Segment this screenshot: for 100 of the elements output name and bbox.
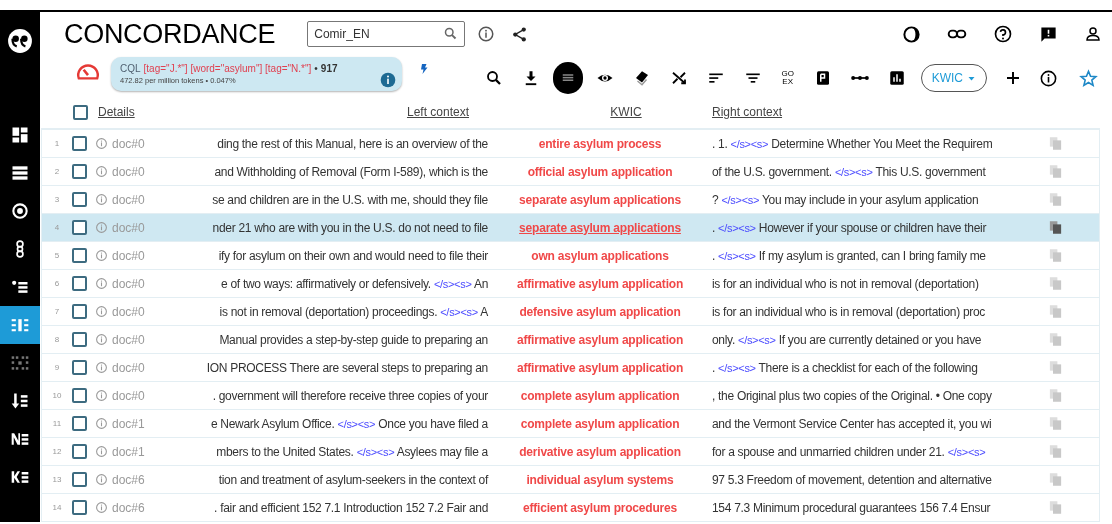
row-checkbox[interactable] <box>72 388 87 403</box>
right-context: , the Original plus two copies of the Original. • One copy <box>712 387 993 405</box>
row-checkbox[interactable] <box>72 220 87 235</box>
row-checkbox[interactable] <box>72 360 87 375</box>
column-header[interactable]: KWIC <box>610 105 642 119</box>
kwic-keyword[interactable]: own asylum applications <box>500 246 700 265</box>
row-checkbox[interactable] <box>72 500 87 515</box>
kwic-keyword[interactable]: affirmative asylum application <box>500 330 700 349</box>
left-context: tion and treatment of asylum-seekers in the context of <box>217 471 488 489</box>
shuffle-icon <box>669 69 688 87</box>
kwic-keyword[interactable]: separate asylum applications <box>500 190 700 209</box>
row-number: 5 <box>53 249 61 262</box>
document-id[interactable]: doc#0 <box>112 302 158 321</box>
kwic-keyword[interactable]: affirmative asylum application <box>500 358 700 377</box>
document-id[interactable]: doc#0 <box>112 190 158 209</box>
left-context: . government will therefore receive three copies of your <box>211 387 488 405</box>
info-icon[interactable] <box>1039 68 1058 88</box>
document-id[interactable]: doc#6 <box>112 470 158 489</box>
row-checkbox[interactable] <box>72 304 87 319</box>
left-context: is not in removal (deportation) proceedings. </s><s> A <box>218 303 488 321</box>
row-number: 6 <box>53 277 61 290</box>
row-checkbox[interactable] <box>72 416 87 431</box>
feedback-icon[interactable] <box>1039 24 1058 44</box>
row-number: 8 <box>53 333 61 346</box>
left-context: se and children are in the U.S. with me, should they file <box>211 191 488 209</box>
go-ex-button[interactable]: GO EX <box>774 62 801 94</box>
left-context: ION PROCESS There are several steps to preparing an <box>205 359 488 377</box>
kwic-keyword[interactable]: entire asylum process <box>500 134 700 153</box>
kwic-keyword[interactable]: affirmative asylum application <box>500 274 700 293</box>
row-checkbox[interactable] <box>72 164 87 179</box>
info-icon[interactable] <box>477 25 496 43</box>
document-id[interactable]: doc#1 <box>112 414 158 433</box>
corpus-search-field[interactable]: Comir_EN <box>307 21 466 47</box>
right-context: . </s><s> There is a checklist for each of the following <box>712 359 979 377</box>
document-id[interactable]: doc#0 <box>112 246 158 265</box>
star-icon[interactable] <box>1079 68 1098 88</box>
select-all-checkbox[interactable] <box>73 104 88 120</box>
document-id[interactable]: doc#0 <box>112 358 158 377</box>
column-header[interactable]: Right context <box>712 105 783 119</box>
grid-icon <box>10 125 30 145</box>
search-icon <box>484 69 503 87</box>
query-expression: [tag="J.*"] [word="asylum"] [tag="N.*"] <box>143 61 312 75</box>
quote-logo-icon[interactable] <box>7 28 33 54</box>
kwic-keyword[interactable]: derivative asylum application <box>500 442 700 461</box>
document-id[interactable]: doc#0 <box>112 274 158 293</box>
left-context: ify for asylum on their own and would need to file their <box>217 247 488 265</box>
page-title: CONCORDANCE <box>64 20 276 48</box>
right-context: . </s><s> If my asylum is granted, can I bring family me <box>712 247 987 265</box>
document-id[interactable]: doc#6 <box>112 498 158 517</box>
document-id[interactable]: doc#0 <box>112 134 158 153</box>
kwic-keyword[interactable]: complete asylum application <box>500 414 700 433</box>
row-checkbox[interactable] <box>72 276 87 291</box>
search-icon[interactable] <box>443 26 459 41</box>
kwic-keyword[interactable]: individual asylum systems <box>500 470 700 489</box>
plus-icon[interactable] <box>1004 69 1022 87</box>
document-id[interactable]: doc#0 <box>112 330 158 349</box>
row-checkbox[interactable] <box>72 332 87 347</box>
separator-dot: • <box>314 61 318 75</box>
left-context: nder 21 who are with you in the U.S. do not need to file <box>211 219 488 237</box>
left-context: mbers to the United States. </s><s> Asylees may file a <box>215 443 488 461</box>
row-number: 4 <box>53 221 61 234</box>
row-checkbox[interactable] <box>72 444 87 459</box>
copy-icon[interactable] <box>1048 220 1063 235</box>
right-context: is for an individual who is in removal (deportation) proc <box>712 303 987 321</box>
document-id[interactable]: doc#0 <box>112 218 158 237</box>
right-context: is for an individual who is not in removal (deportation) <box>712 275 980 293</box>
row-checkbox[interactable] <box>72 192 87 207</box>
query-type: CQL <box>120 61 141 75</box>
column-header[interactable]: Left context <box>406 105 469 119</box>
left-context: Manual provides a step-by-step guide to preparing an <box>218 331 488 349</box>
dots-icon <box>850 75 869 81</box>
document-id[interactable]: doc#0 <box>112 162 158 181</box>
list-icon <box>10 163 30 183</box>
row-number: 13 <box>51 473 63 486</box>
right-context: for a spouse and unmarried children under 21. </s><s> <box>712 443 987 461</box>
row-number: 11 <box>51 417 63 430</box>
user-icon[interactable] <box>1084 25 1102 43</box>
help-icon[interactable] <box>993 24 1013 44</box>
row-number: 9 <box>53 361 61 374</box>
toolbar-button[interactable] <box>552 62 583 94</box>
kwic-keyword[interactable]: defensive asylum application <box>500 302 700 321</box>
kwic-keyword[interactable]: efficient asylum procedures <box>500 498 700 517</box>
row-number: 7 <box>53 305 61 318</box>
left-context: . fair and efficient 152 7.1 Introduction 152 7.2 Fair and <box>213 499 488 517</box>
row-checkbox[interactable] <box>72 136 87 151</box>
document-id[interactable]: doc#1 <box>112 442 158 461</box>
kwic-keyword[interactable]: separate asylum applications <box>500 218 700 237</box>
share-icon[interactable] <box>511 25 529 43</box>
kwic-keyword[interactable]: official asylum application <box>500 162 700 181</box>
row-number: 14 <box>51 501 63 514</box>
row-number: 12 <box>51 445 63 458</box>
row-checkbox[interactable] <box>72 472 87 487</box>
kwic-keyword[interactable]: complete asylum application <box>500 386 700 405</box>
bar-chart-icon <box>887 69 906 87</box>
column-header[interactable]: Details <box>98 105 135 119</box>
document-id[interactable]: doc#0 <box>112 386 158 405</box>
row-checkbox[interactable] <box>72 248 87 263</box>
contrast-icon[interactable] <box>902 24 921 44</box>
left-context: and Withholding of Removal (Form I-589), which is the <box>213 163 488 181</box>
concordance-row[interactable]: 4 doc#0 nder 21 who are with you in the U.S. do not need to file separate asylum applications . </s><s> However if your spouse or children have their <box>42 213 1099 241</box>
